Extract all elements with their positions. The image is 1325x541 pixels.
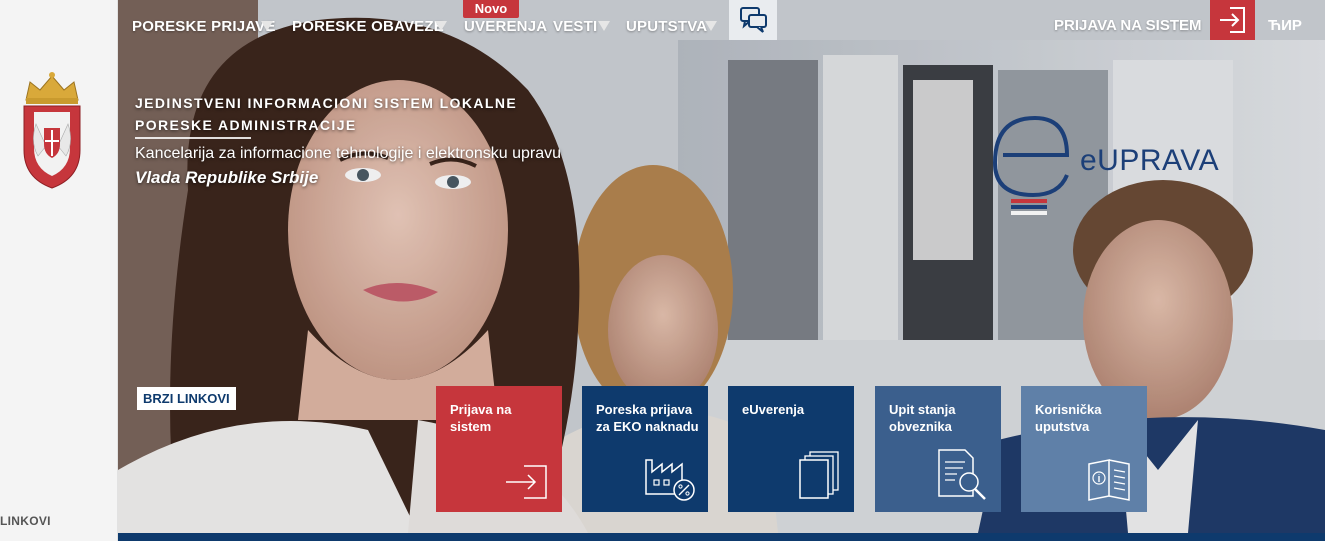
tile-label: Upit stanja obveznika xyxy=(889,402,956,434)
title-divider xyxy=(135,137,251,139)
office-subtitle: Kancelarija za informacione tehnologije … xyxy=(135,145,562,162)
login-link[interactable]: PRIJAVA NA SISTEM xyxy=(1054,17,1202,34)
tile-label: Korisnička uputstva xyxy=(1035,402,1102,434)
title-line-1: JEDINSTVENI INFORMACIONI SISTEM LOKALNE xyxy=(135,95,518,111)
main-nav: PORESKE PRIJAVE PORESKE OBAVEZE Novo UVE… xyxy=(118,0,1325,52)
tile-korisnicka-uputstva[interactable]: Korisnička uputstva xyxy=(1021,386,1147,512)
tile-upit-stanja[interactable]: Upit stanja obveznika xyxy=(875,386,1001,512)
euprava-logo-text: eUPRAVA xyxy=(1080,144,1220,177)
login-arrow-icon xyxy=(506,465,547,499)
login-arrow-icon xyxy=(1220,7,1245,33)
sidebar-links-label[interactable]: LINKOVI xyxy=(0,514,51,528)
manual-book-icon xyxy=(1088,459,1130,501)
bottom-bar xyxy=(118,533,1325,541)
left-sidebar: LINKOVI xyxy=(0,0,118,541)
title-line-2: PORESKE ADMINISTRACIJE xyxy=(135,117,357,133)
nav-item-poreske-prijave[interactable]: PORESKE PRIJAVE xyxy=(132,18,276,35)
document-search-icon xyxy=(938,449,986,500)
tile-prijava-na-sistem[interactable]: Prijava na sistem xyxy=(436,386,562,512)
chevron-down-icon[interactable] xyxy=(598,21,610,31)
script-toggle-link[interactable]: ЋИР xyxy=(1268,17,1302,34)
tile-label: Poreska prijava za EKO naknadu xyxy=(596,402,699,434)
chevron-down-icon[interactable] xyxy=(261,21,273,31)
chevron-down-icon[interactable] xyxy=(435,21,447,31)
page-title: JEDINSTVENI INFORMACIONI SISTEM LOKALNE … xyxy=(135,92,517,136)
login-button[interactable] xyxy=(1210,0,1255,40)
chat-bubbles-icon xyxy=(740,7,767,33)
nav-item-uputstva[interactable]: UPUTSTVA xyxy=(626,18,707,35)
nav-item-poreske-obaveze[interactable]: PORESKE OBAVEZE xyxy=(292,18,444,35)
novo-badge: Novo xyxy=(463,0,519,18)
nav-item-uverenja[interactable]: UVERENJA xyxy=(464,18,547,35)
nav-item-vesti[interactable]: VESTI xyxy=(553,18,597,35)
tile-eko-naknada[interactable]: Poreska prijava za EKO naknadu xyxy=(582,386,708,512)
chevron-down-icon[interactable] xyxy=(705,21,717,31)
serbian-coat-of-arms-icon[interactable] xyxy=(20,70,84,192)
documents-stack-icon xyxy=(799,451,839,499)
government-subtitle: Vlada Republike Srbije xyxy=(135,168,319,187)
tile-label: eUverenja xyxy=(742,402,805,417)
chat-button[interactable] xyxy=(729,0,777,40)
factory-percent-icon xyxy=(645,459,695,501)
tile-euverenja[interactable]: eUverenja xyxy=(728,386,854,512)
quick-links-heading: BRZI LINKOVI xyxy=(137,387,236,410)
tile-label: Prijava na sistem xyxy=(450,402,512,434)
